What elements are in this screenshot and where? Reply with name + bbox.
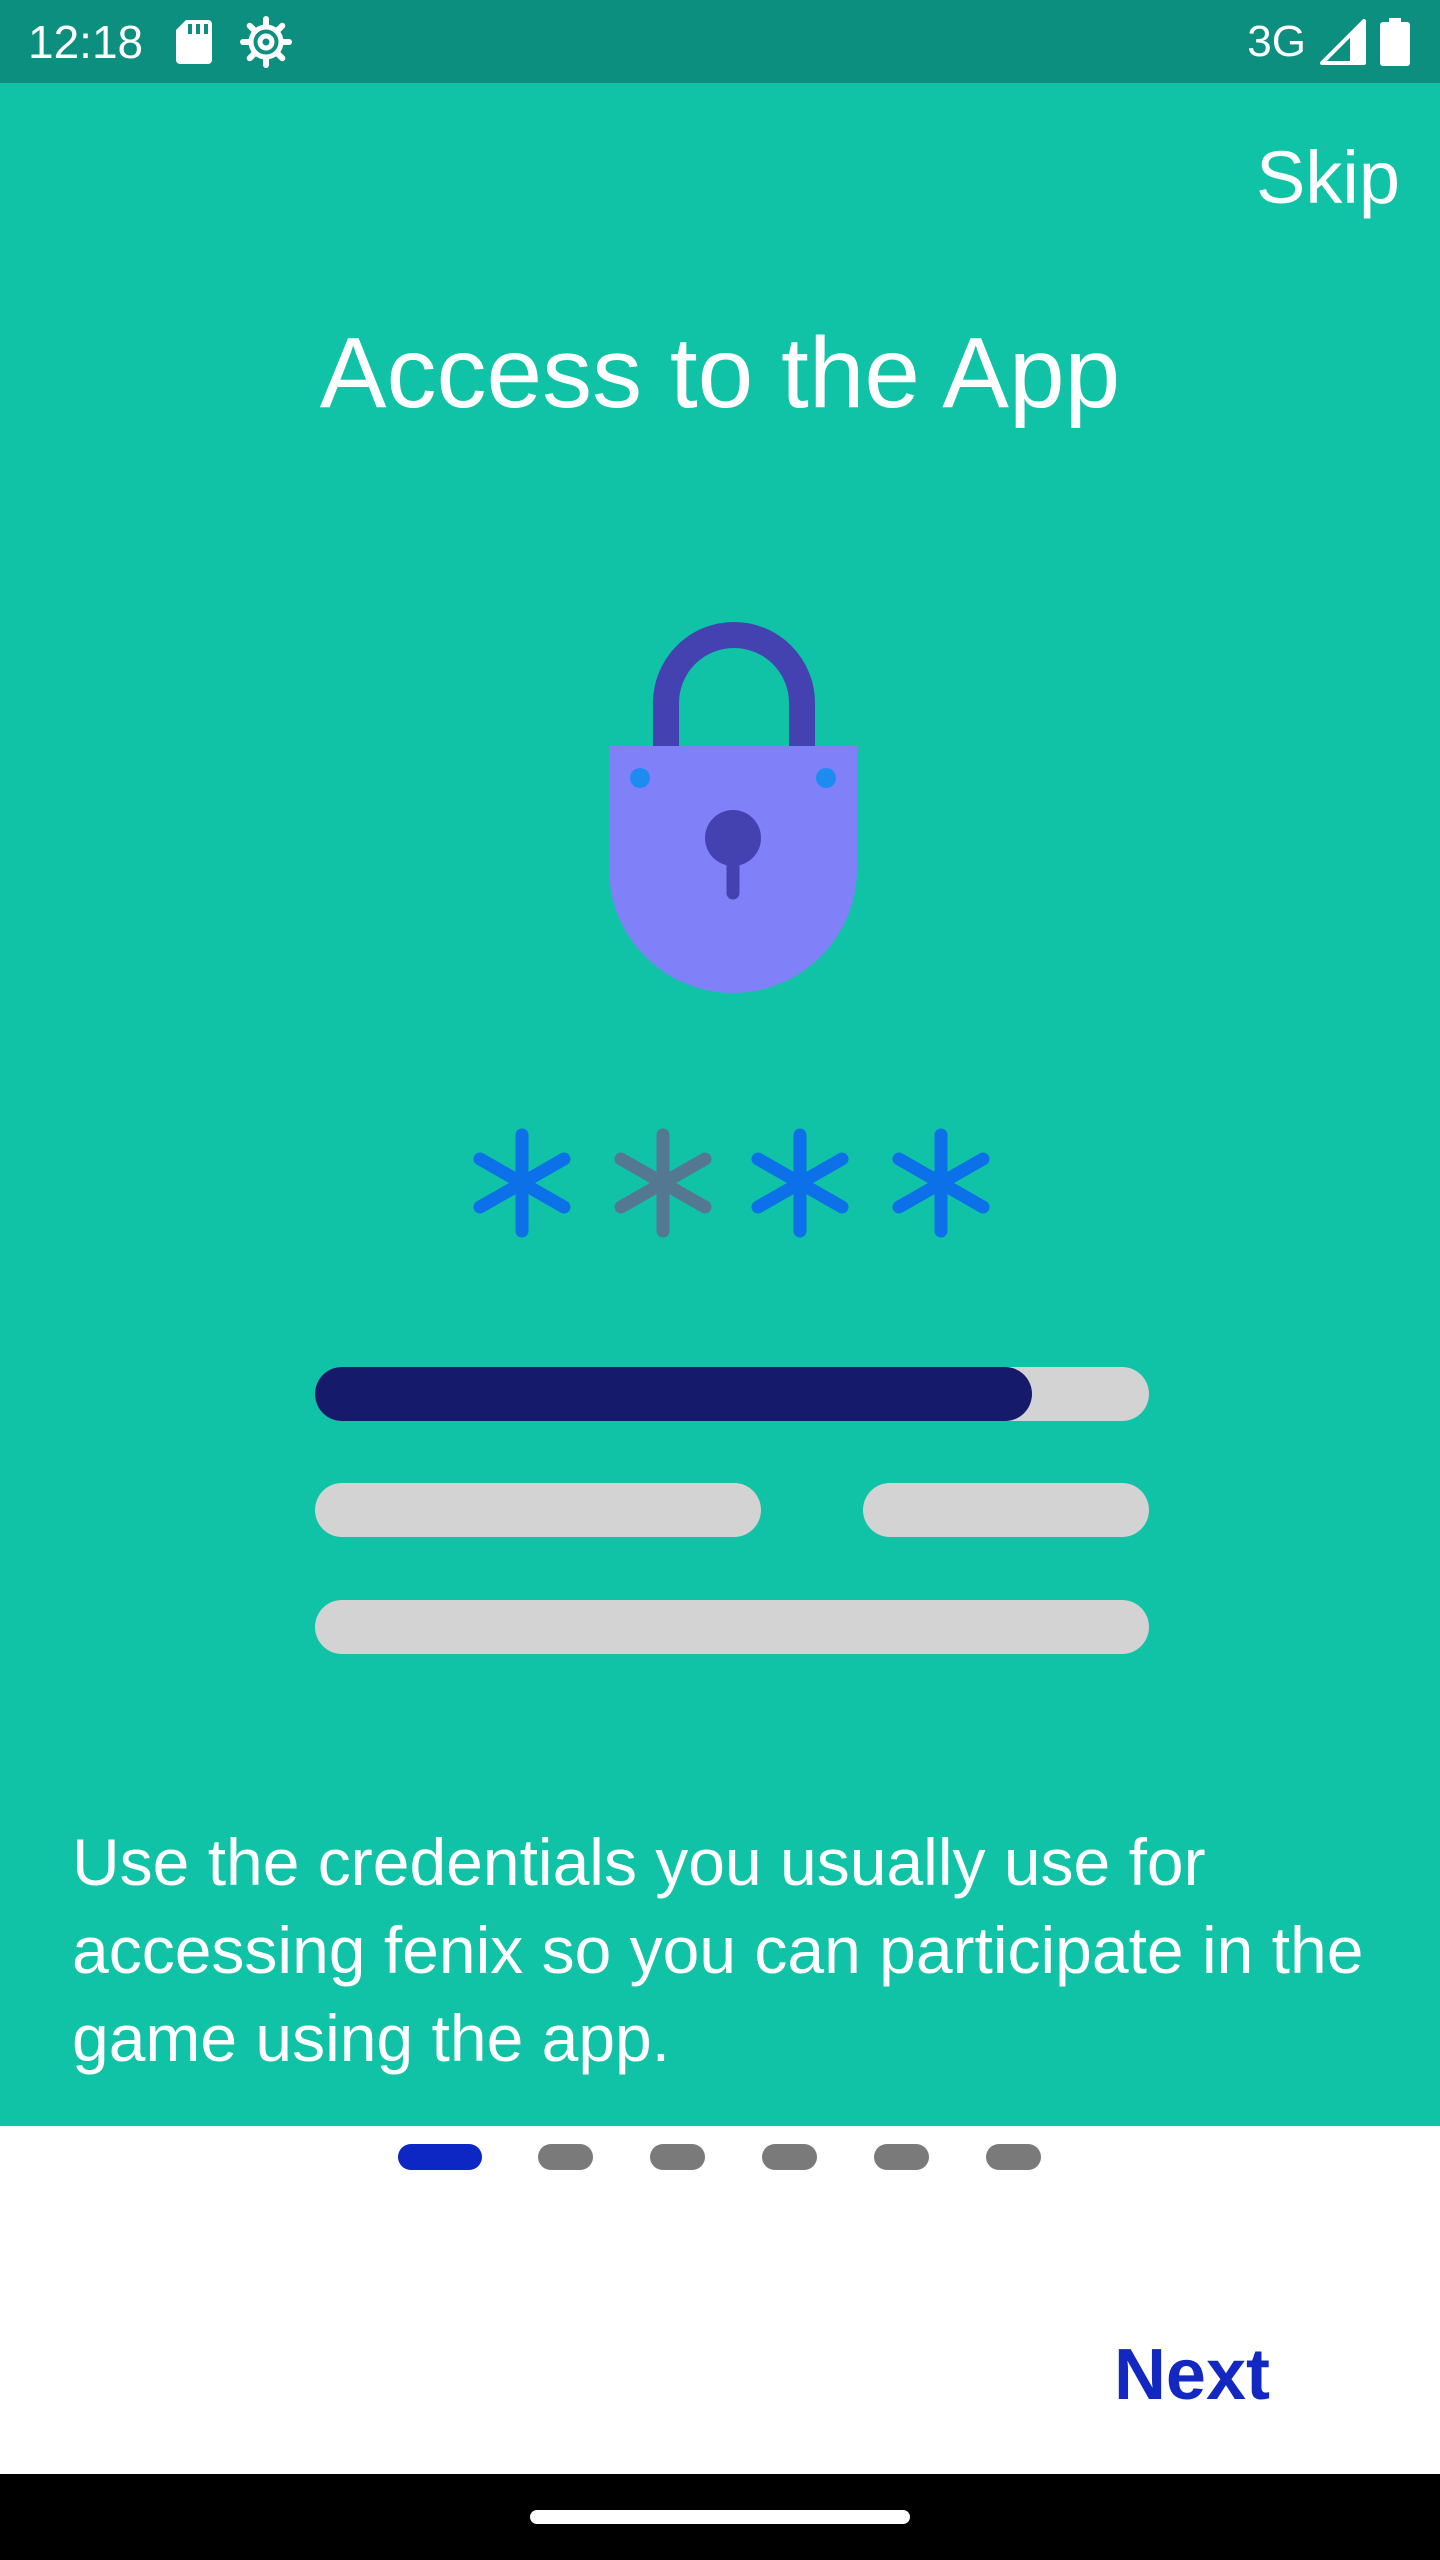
- page-dot[interactable]: [986, 2144, 1041, 2170]
- placeholder-line: [863, 1483, 1149, 1537]
- network-type: 3G: [1247, 17, 1306, 66]
- system-nav-bar: [0, 2474, 1440, 2560]
- page-indicator: [0, 2126, 1440, 2186]
- description-text: Use the credentials you usually use for …: [72, 1825, 1364, 2075]
- settings-gear-icon: [240, 16, 292, 68]
- status-right: 3G: [1247, 14, 1410, 70]
- placeholder-line: [315, 1600, 1149, 1654]
- onboarding-panel: Skip Access to the App Use the credentia…: [0, 83, 1440, 2126]
- next-button[interactable]: Next: [1114, 2330, 1270, 2420]
- page-dot[interactable]: [762, 2144, 817, 2170]
- placeholder-line: [315, 1483, 761, 1537]
- status-bar: 12:18 3G: [0, 0, 1440, 83]
- page-dot[interactable]: [538, 2144, 593, 2170]
- padlock-icon: [609, 622, 857, 993]
- login-illustration: [315, 622, 1149, 1654]
- signal-icon: [1320, 19, 1366, 65]
- password-strength-fill: [315, 1367, 1032, 1421]
- sd-card-icon: [176, 20, 212, 64]
- asterisk-icon: [892, 1128, 990, 1238]
- status-left-icons: [176, 16, 292, 68]
- battery-icon: [1380, 18, 1410, 66]
- status-time: 12:18: [28, 16, 144, 68]
- home-gesture-handle[interactable]: [530, 2510, 910, 2524]
- page-dot[interactable]: [650, 2144, 705, 2170]
- page-dot-active[interactable]: [398, 2144, 482, 2170]
- asterisk-icon: [473, 1128, 571, 1238]
- page-dot[interactable]: [874, 2144, 929, 2170]
- asterisk-icon: [751, 1128, 849, 1238]
- asterisk-icon: [614, 1128, 712, 1238]
